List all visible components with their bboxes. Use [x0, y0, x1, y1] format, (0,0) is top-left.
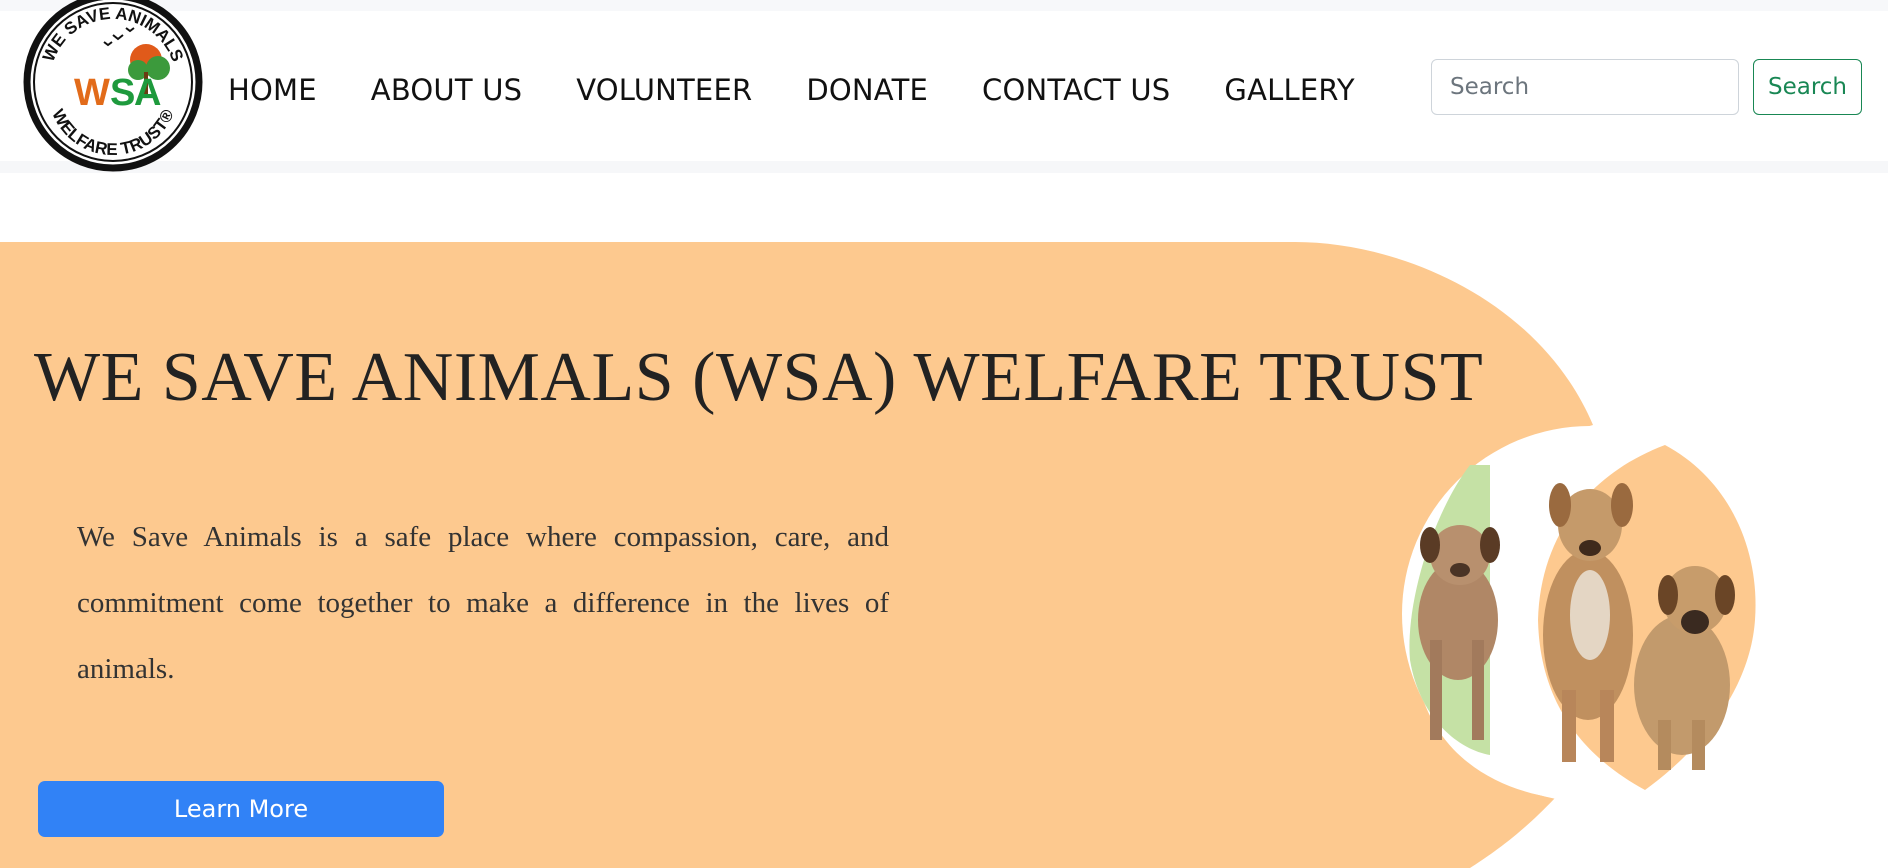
learn-more-button[interactable]: Learn More [38, 781, 444, 837]
wsa-logo-icon[interactable]: WE SAVE ANIMALS WELFARE TRUST® W S A [18, 0, 208, 178]
main-navigation: HOME ABOUT US VOLUNTEER DONATE CONTACT U… [228, 73, 1409, 107]
nav-link-donate[interactable]: DONATE [806, 73, 928, 107]
nav-link-contact-us[interactable]: CONTACT US [982, 73, 1170, 107]
nav-link-volunteer[interactable]: VOLUNTEER [576, 73, 752, 107]
nav-link-home[interactable]: HOME [228, 73, 317, 107]
three-puppies-image [1402, 426, 1778, 800]
search-button[interactable]: Search [1753, 59, 1862, 115]
svg-text:A: A [134, 72, 161, 114]
hero-description: We Save Animals is a safe place where co… [77, 521, 889, 685]
top-navbar: HOME ABOUT US VOLUNTEER DONATE CONTACT U… [0, 0, 1888, 173]
nav-link-about-us[interactable]: ABOUT US [371, 73, 522, 107]
svg-text:W: W [74, 72, 110, 114]
search-input[interactable] [1431, 59, 1739, 115]
nav-link-gallery[interactable]: GALLERY [1224, 73, 1354, 107]
hero-title: WE SAVE ANIMALS (WSA) WELFARE TRUST [34, 339, 1484, 416]
svg-text:S: S [110, 72, 135, 114]
